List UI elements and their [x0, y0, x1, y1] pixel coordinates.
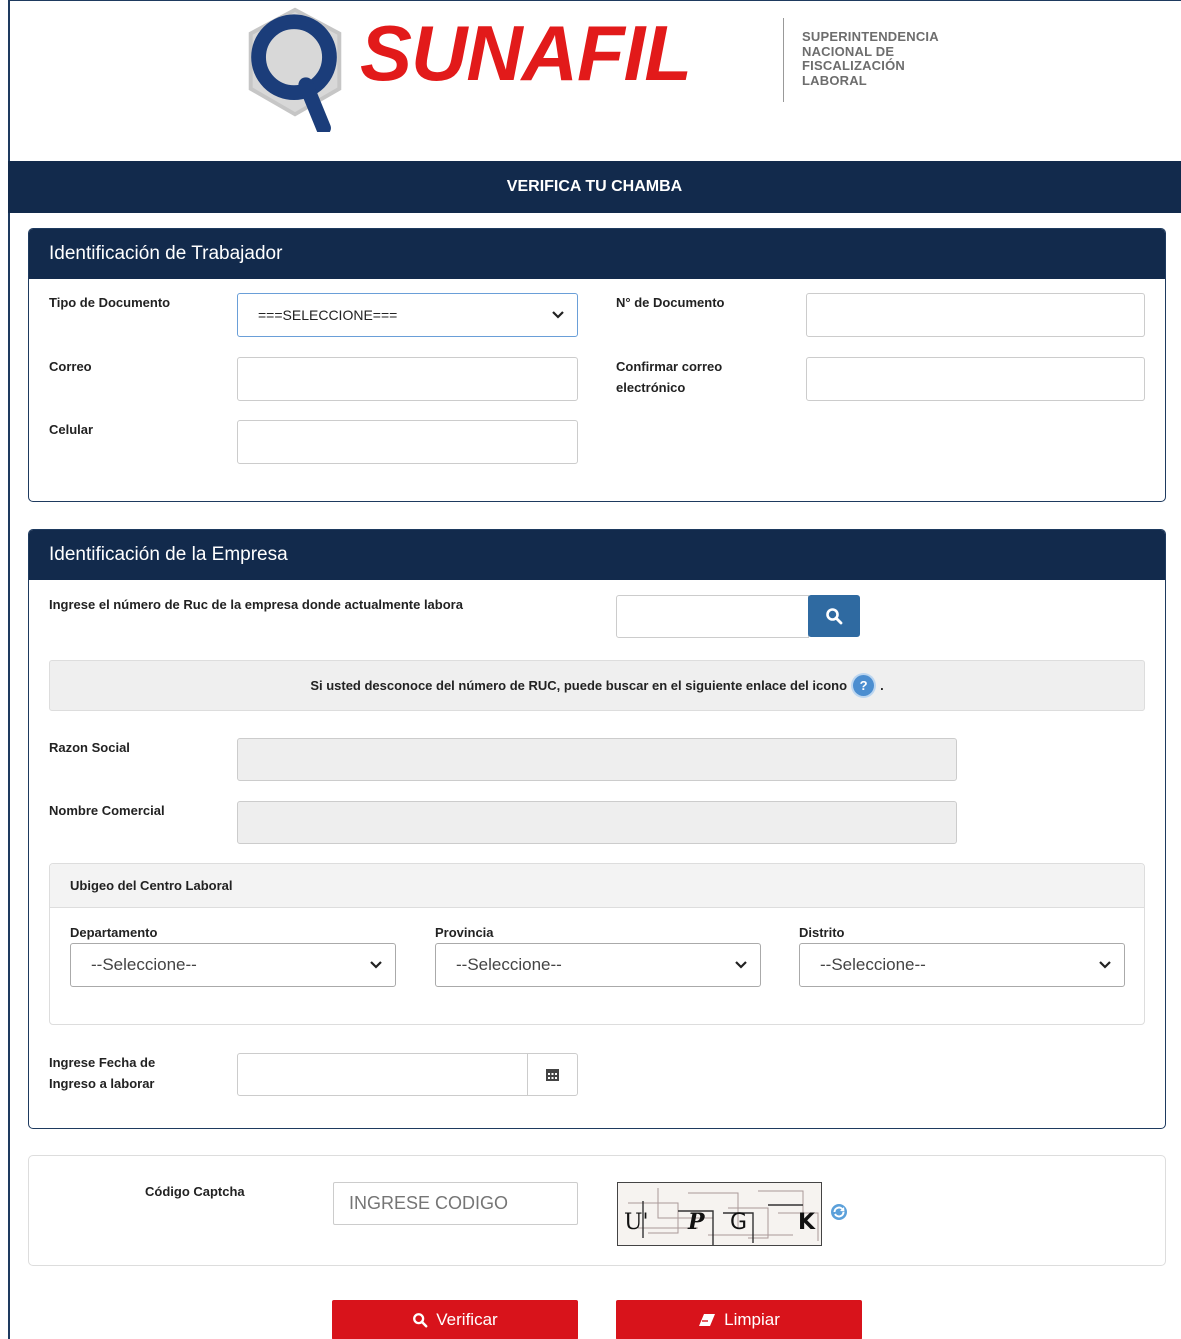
- svg-text:U': U': [624, 1210, 649, 1235]
- company-panel: Identificación de la Empresa Ingrese el …: [28, 529, 1166, 1129]
- svg-text:G: G: [730, 1210, 747, 1235]
- company-panel-heading: Identificación de la Empresa: [29, 530, 1165, 580]
- department-label: Departamento: [70, 925, 158, 940]
- phone-input[interactable]: [237, 420, 578, 464]
- district-value: --Seleccione--: [820, 955, 926, 974]
- captcha-input[interactable]: [333, 1182, 578, 1225]
- clear-button-label: Limpiar: [724, 1310, 780, 1329]
- worker-panel-heading: Identificación de Trabajador: [29, 229, 1165, 279]
- province-select[interactable]: --Seleccione--: [435, 943, 761, 987]
- email-input[interactable]: [237, 357, 578, 401]
- doc-type-value: ===SELECCIONE===: [258, 307, 398, 323]
- help-icon[interactable]: ?: [853, 675, 875, 696]
- ruc-label: Ingrese el número de Ruc de la empresa d…: [49, 597, 463, 612]
- ubigeo-heading: Ubigeo del Centro Laboral: [50, 864, 1144, 908]
- confirm-email-label: Confirmar correo electrónico: [616, 359, 723, 395]
- search-icon: [826, 608, 843, 625]
- ruc-info-suffix: .: [880, 678, 884, 693]
- logo-wordmark: SUNAFIL: [360, 9, 692, 97]
- business-name-field: [237, 738, 957, 781]
- calendar-button[interactable]: [527, 1054, 577, 1095]
- department-value: --Seleccione--: [91, 955, 197, 974]
- page-title: VERIFICA TU CHAMBA: [8, 161, 1181, 213]
- business-name-label: Razon Social: [49, 740, 130, 755]
- magnifier-shield-icon: [248, 7, 342, 132]
- eraser-icon: [699, 1314, 716, 1326]
- doc-number-input[interactable]: [806, 293, 1145, 337]
- province-label: Provincia: [435, 925, 494, 940]
- chevron-down-icon: [552, 311, 564, 319]
- calendar-icon: [546, 1069, 559, 1081]
- email-label: Correo: [49, 359, 92, 374]
- phone-label: Celular: [49, 422, 94, 437]
- doc-number-label: N° de Documento: [616, 295, 725, 310]
- worker-panel: Identificación de Trabajador Tipo de Doc…: [28, 228, 1166, 502]
- captcha-panel: Código Captcha U' P G K: [28, 1155, 1166, 1266]
- department-select[interactable]: --Seleccione--: [70, 943, 396, 987]
- doc-type-select[interactable]: ===SELECCIONE===: [237, 293, 578, 337]
- svg-text:P: P: [687, 1209, 706, 1235]
- district-label: Distrito: [799, 925, 845, 940]
- trade-name-label: Nombre Comercial: [49, 803, 165, 818]
- verify-button-label: Verificar: [436, 1310, 498, 1329]
- chevron-down-icon: [370, 961, 382, 969]
- sunafil-logo: SUNAFIL SUPERINTENDENCIA NACIONAL DE FIS…: [240, 0, 960, 150]
- search-icon: [413, 1313, 428, 1328]
- ruc-info-text: Si usted desconoce del número de RUC, pu…: [310, 678, 848, 693]
- ruc-input[interactable]: [616, 595, 809, 638]
- doc-type-label: Tipo de Documento: [49, 295, 171, 310]
- refresh-icon[interactable]: [829, 1202, 849, 1222]
- captcha-image: U' P G K: [617, 1182, 822, 1246]
- svg-text:K: K: [798, 1210, 816, 1235]
- captcha-label: Código Captcha: [145, 1184, 245, 1199]
- clear-button[interactable]: Limpiar: [616, 1300, 862, 1339]
- verify-button[interactable]: Verificar: [332, 1300, 578, 1339]
- start-date-label: Ingrese Fecha de Ingreso a laborar: [49, 1055, 156, 1091]
- chevron-down-icon: [735, 961, 747, 969]
- ruc-info-box: Si usted desconoce del número de RUC, pu…: [49, 660, 1145, 711]
- start-date-input[interactable]: [237, 1053, 578, 1096]
- confirm-email-input[interactable]: [806, 357, 1145, 401]
- logo-subtitle: SUPERINTENDENCIA NACIONAL DE FISCALIZACI…: [802, 29, 939, 88]
- ubigeo-section: Ubigeo del Centro Laboral Departamento -…: [49, 863, 1145, 1025]
- district-select[interactable]: --Seleccione--: [799, 943, 1125, 987]
- ruc-search-button[interactable]: [808, 595, 860, 637]
- chevron-down-icon: [1099, 961, 1111, 969]
- logo-divider: [783, 18, 784, 102]
- province-value: --Seleccione--: [456, 955, 562, 974]
- trade-name-field: [237, 801, 957, 844]
